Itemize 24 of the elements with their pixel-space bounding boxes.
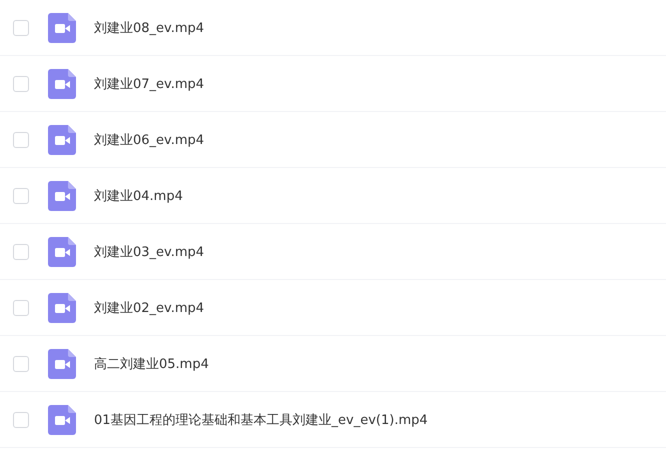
file-name[interactable]: 刘建业07_ev.mp4 <box>94 74 204 92</box>
video-file-icon <box>48 180 76 210</box>
file-name[interactable]: 刘建业04.mp4 <box>94 186 183 204</box>
file-name[interactable]: 01基因工程的理论基础和基本工具刘建业_ev_ev(1).mp4 <box>94 410 428 428</box>
file-name[interactable]: 高二刘建业05.mp4 <box>94 354 209 372</box>
video-file-icon <box>48 292 76 322</box>
file-name[interactable]: 刘建业03_ev.mp4 <box>94 242 204 260</box>
checkbox[interactable] <box>13 356 29 372</box>
video-file-icon <box>48 404 76 434</box>
file-name[interactable]: 刘建业08_ev.mp4 <box>94 18 204 36</box>
checkbox[interactable] <box>13 132 29 148</box>
checkbox[interactable] <box>13 188 29 204</box>
video-file-icon <box>48 124 76 154</box>
checkbox[interactable] <box>13 412 29 428</box>
checkbox[interactable] <box>13 244 29 260</box>
video-file-icon <box>48 68 76 98</box>
video-file-icon <box>48 236 76 266</box>
checkbox[interactable] <box>13 20 29 36</box>
checkbox[interactable] <box>13 300 29 316</box>
file-name[interactable]: 刘建业02_ev.mp4 <box>94 298 204 316</box>
video-file-icon <box>48 12 76 42</box>
file-name[interactable]: 刘建业06_ev.mp4 <box>94 130 204 148</box>
checkbox[interactable] <box>13 76 29 92</box>
video-file-icon <box>48 348 76 378</box>
